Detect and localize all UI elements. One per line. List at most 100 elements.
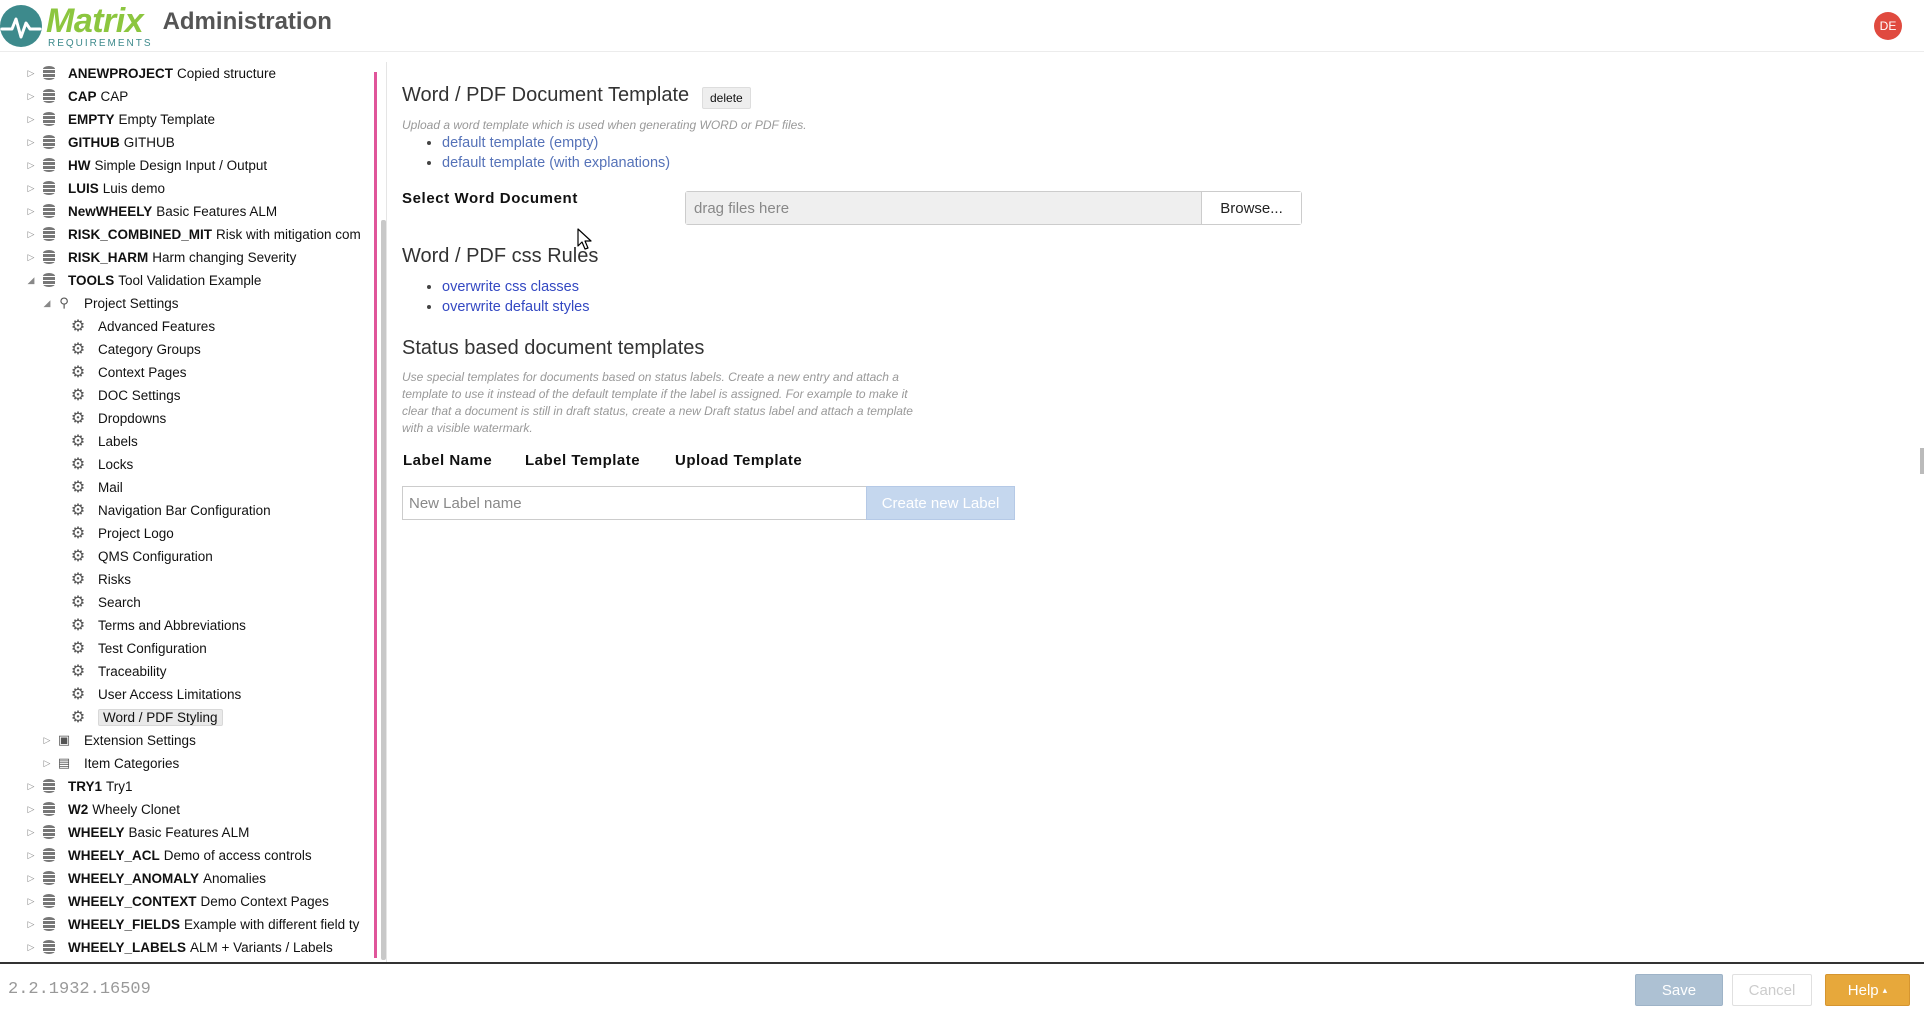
tree-item-categories[interactable]: ▷ ▤ Item Categories [42, 752, 180, 774]
caret-right-icon[interactable]: ▷ [26, 896, 36, 907]
tree-project-settings[interactable]: ◢ ⚲ Project Settings [42, 292, 179, 314]
tree-setting-item[interactable]: ⚙ DOC Settings [70, 384, 181, 406]
tree-project[interactable]: ▷ RISK_HARM Harm changing Severity [26, 246, 297, 268]
project-name: Example with different field ty [184, 916, 360, 932]
tree-setting-item[interactable]: ⚙ User Access Limitations [70, 683, 241, 705]
main-scrollbar[interactable] [1920, 448, 1924, 474]
caret-right-icon[interactable]: ▷ [26, 206, 36, 217]
save-button[interactable]: Save [1635, 974, 1723, 1006]
tree-project[interactable]: ▷ ANEWPROJECT Copied structure [26, 62, 277, 84]
tree-project[interactable]: ▷ CAP CAP [26, 85, 129, 107]
tree-setting-item[interactable]: ⚙ Mail [70, 476, 123, 498]
user-avatar[interactable]: DE [1874, 12, 1902, 40]
link-overwrite-css-classes[interactable]: overwrite css classes [442, 277, 589, 297]
caret-down-icon[interactable]: ◢ [42, 298, 52, 309]
delete-button[interactable]: delete [702, 87, 751, 109]
tree-project[interactable]: ▷ WHEELY_ANOMALY Anomalies [26, 867, 267, 889]
caret-right-icon[interactable]: ▷ [42, 735, 52, 746]
tree-setting-item[interactable]: ⚙ Locks [70, 453, 133, 475]
caret-right-icon[interactable]: ▷ [26, 942, 36, 953]
tree-project[interactable]: ◢ TOOLS Tool Validation Example [26, 269, 262, 291]
caret-right-icon[interactable]: ▷ [26, 252, 36, 263]
gear-icon: ⚙ [70, 502, 86, 519]
tree-project[interactable]: ▷ LUIS Luis demo [26, 177, 166, 199]
tree-project[interactable]: ▷ TRY1 Try1 [26, 775, 133, 797]
tree-setting-item[interactable]: ⚙ Category Groups [70, 338, 201, 360]
project-key: RISK_HARM [68, 249, 149, 265]
caret-right-icon[interactable]: ▷ [26, 873, 36, 884]
sidebar-scrollbar[interactable] [381, 220, 386, 960]
new-label-input[interactable] [402, 486, 867, 520]
caret-right-icon[interactable]: ▷ [26, 183, 36, 194]
caret-right-icon[interactable]: ▷ [26, 114, 36, 125]
setting-label: Context Pages [98, 364, 187, 380]
tree-project[interactable]: ▷ RISK_COMBINED_MIT Risk with mitigation c… [26, 223, 361, 245]
status-hint: Use special templates for documents base… [402, 370, 913, 435]
tree-project[interactable]: ▷ WHEELY_FIELDS Example with different fie… [26, 913, 360, 935]
tree-project[interactable]: ▷ WHEELY_LABELS ALM + Variants / Labels [26, 936, 333, 958]
link-default-template-empty[interactable]: default template (empty) [442, 133, 670, 153]
browse-button[interactable]: Browse... [1201, 192, 1301, 224]
caret-right-icon[interactable]: ▷ [26, 781, 36, 792]
project-name: Demo Context Pages [200, 893, 329, 909]
setting-label: DOC Settings [98, 387, 181, 403]
tree-project[interactable]: ▷ NewWHEELY Basic Features ALM [26, 200, 278, 222]
gear-icon: ⚙ [70, 341, 86, 358]
caret-right-icon[interactable]: ▷ [26, 91, 36, 102]
help-label: Help [1847, 981, 1879, 999]
drop-placeholder[interactable]: drag files here [686, 192, 1201, 224]
caret-right-icon[interactable]: ▷ [42, 758, 52, 769]
create-label-button[interactable]: Create new Label [866, 486, 1015, 520]
tree-setting-item[interactable]: ⚙ Advanced Features [70, 315, 215, 337]
caret-right-icon[interactable]: ▷ [26, 804, 36, 815]
caret-right-icon[interactable]: ▷ [26, 850, 36, 861]
database-icon [42, 848, 56, 862]
tree-extension-settings[interactable]: ▷ ▣ Extension Settings [42, 729, 196, 751]
caret-right-icon[interactable]: ▷ [26, 919, 36, 930]
tree-project[interactable]: ▷ WHEELY_CONTEXT Demo Context Pages [26, 890, 329, 912]
project-key: WHEELY [68, 824, 125, 840]
setting-label: Dropdowns [98, 410, 167, 426]
tree-setting-item[interactable]: ⚙ Labels [70, 430, 138, 452]
project-key: EMPTY [68, 111, 115, 127]
tree-project[interactable]: ▷ WHEELY_ACL Demo of access controls [26, 844, 312, 866]
link-default-template-explanations[interactable]: default template (with explanations) [442, 153, 670, 173]
setting-label: Risks [98, 571, 131, 587]
tree-project[interactable]: ▷ GITHUB GITHUB [26, 131, 175, 153]
caret-right-icon[interactable]: ▷ [26, 68, 36, 79]
project-name: Try1 [106, 778, 133, 794]
project-key: WHEELY_CONTEXT [68, 893, 197, 909]
caret-right-icon[interactable]: ▷ [26, 160, 36, 171]
caret-right-icon[interactable]: ▷ [26, 229, 36, 240]
version-label: 2.2.1932.16509 [8, 980, 151, 999]
database-icon [42, 802, 56, 816]
caret-down-icon[interactable]: ◢ [26, 275, 36, 286]
database-icon [42, 273, 56, 287]
tree-setting-item[interactable]: ⚙ Test Configuration [70, 637, 207, 659]
tree-project[interactable]: ▷ W2 Wheely Clonet [26, 798, 181, 820]
tree-project[interactable]: ▷ WHEELY Basic Features ALM [26, 821, 250, 843]
tree-project[interactable]: ▷ EMPTY Empty Template [26, 108, 216, 130]
gear-icon: ⚙ [70, 594, 86, 611]
app-title: Administration [162, 8, 332, 35]
tree-setting-item[interactable]: ⚙ Dropdowns [70, 407, 166, 429]
select-word-label: Select Word Document [402, 190, 578, 207]
tree-setting-item[interactable]: ⚙ Word / PDF Styling [70, 706, 223, 728]
help-button[interactable]: Help ▴ [1825, 974, 1910, 1006]
tree-setting-item[interactable]: ⚙ Search [70, 591, 141, 613]
tree-setting-item[interactable]: ⚙ Traceability [70, 660, 167, 682]
tree-setting-item[interactable]: ⚙ Risks [70, 568, 131, 590]
tree-setting-item[interactable]: ⚙ Terms and Abbreviations [70, 614, 246, 636]
tree-project[interactable]: ▷ HW Simple Design Input / Output [26, 154, 268, 176]
cancel-button[interactable]: Cancel [1732, 974, 1812, 1006]
tree-setting-item[interactable]: ⚙ Navigation Bar Configuration [70, 499, 271, 521]
logo-subtitle: REQUIREMENTS [48, 37, 153, 49]
tree-setting-item[interactable]: ⚙ Project Logo [70, 522, 174, 544]
link-overwrite-default-styles[interactable]: overwrite default styles [442, 297, 589, 317]
tree-setting-item[interactable]: ⚙ QMS Configuration [70, 545, 213, 567]
caret-right-icon[interactable]: ▷ [26, 827, 36, 838]
caret-right-icon[interactable]: ▷ [26, 137, 36, 148]
tree-setting-item[interactable]: ⚙ Context Pages [70, 361, 187, 383]
file-drop-zone[interactable]: drag files here Browse... [685, 191, 1302, 225]
logo[interactable]: Matrix REQUIREMENTS Administration [0, 0, 332, 52]
